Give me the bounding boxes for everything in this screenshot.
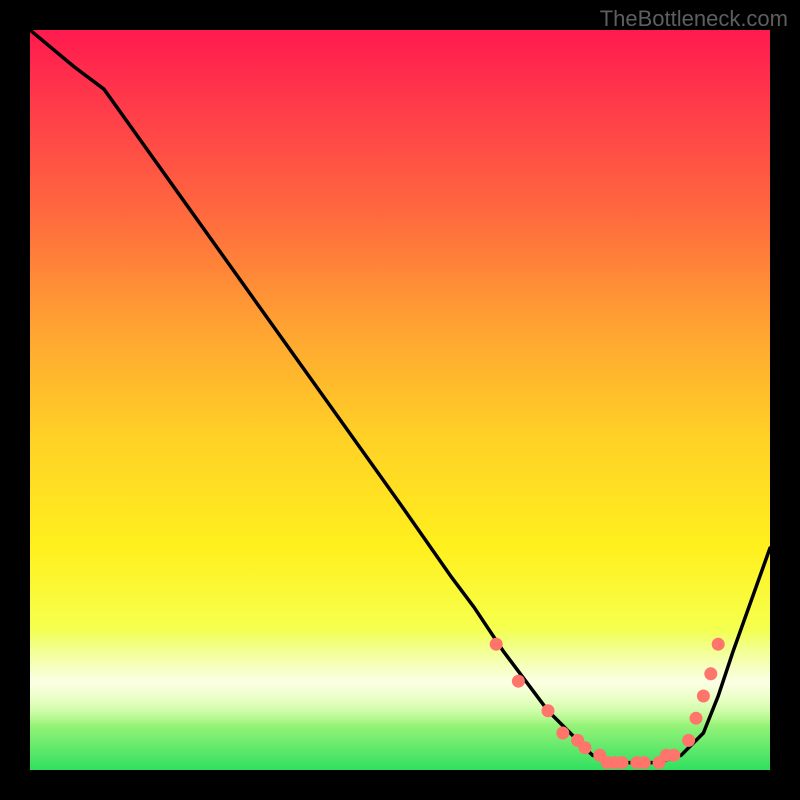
chart-container: TheBottleneck.com [0,0,800,800]
data-marker [616,757,628,769]
data-marker [668,749,680,761]
data-marker [512,675,524,687]
data-marker [490,638,502,650]
data-marker [638,757,650,769]
plot-area [30,30,770,770]
curve-svg [30,30,770,770]
data-marker [697,690,709,702]
data-marker [557,727,569,739]
data-marker [705,668,717,680]
data-marker [712,638,724,650]
bottleneck-curve [30,30,770,763]
watermark-text: TheBottleneck.com [600,6,788,32]
data-marker [683,734,695,746]
data-marker [542,705,554,717]
data-marker [579,742,591,754]
data-marker [690,712,702,724]
